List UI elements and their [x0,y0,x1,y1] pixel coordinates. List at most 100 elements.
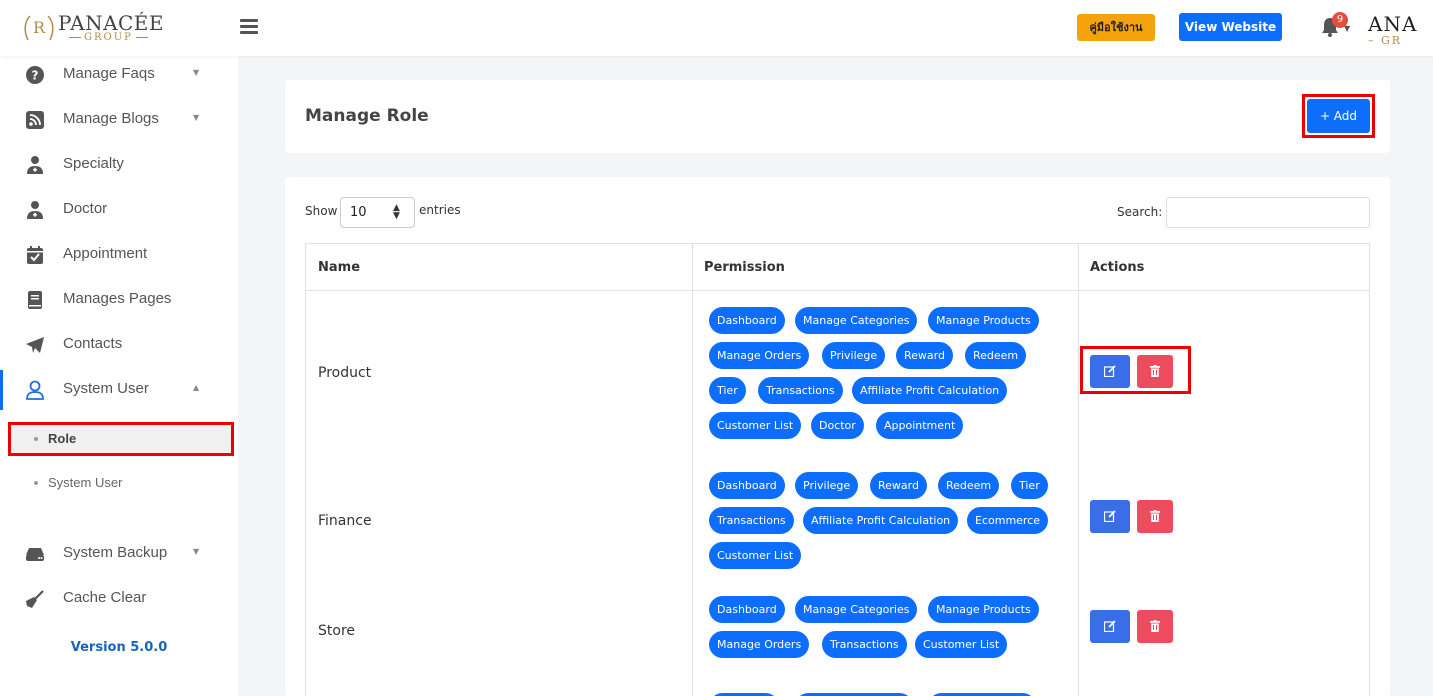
permission-badge: Dashboard [709,307,785,334]
permission-badge: Manage Products [928,307,1039,334]
permission-badge: Ecommerce [967,507,1049,534]
edit-role-button[interactable] [1090,500,1130,533]
sidebar-item-label: Manage Blogs [63,110,159,127]
sidebar-item-label: System User [63,380,149,397]
edit-icon [1104,510,1116,522]
notification-bell[interactable]: 9 ▼ [1320,12,1350,38]
entries-select-value: 10 [350,205,367,220]
sidebar-item-contacts[interactable]: Contacts [0,325,238,365]
delete-role-button[interactable] [1137,500,1173,533]
search-input[interactable] [1166,197,1370,228]
sidebar-item-label: Manages Pages [63,290,172,307]
rss-icon [26,111,44,129]
sidebar-subitem-label: System User [48,475,123,490]
entries-select[interactable]: 10 ▲ ▼ [340,197,415,228]
edit-icon [1104,620,1116,632]
sidebar-subitem-role[interactable]: Role [8,422,234,456]
permission-badge: Transactions [822,631,907,658]
hdd-icon [26,548,44,561]
broom-icon [26,590,44,608]
trash-icon [1150,620,1160,632]
permission-badge: Appointment [876,412,964,439]
trash-icon [1150,510,1160,522]
user-logo-text: ANA [1368,12,1418,36]
user-icon [26,380,44,400]
permission-badge: Doctor [811,412,864,439]
sidebar-item-system-user[interactable]: System User ▲ [0,370,238,410]
permission-badge: Reward [870,472,927,499]
question-circle-icon: ? [26,66,44,84]
sidebar-item-label: Manage Faqs [63,65,155,82]
sidebar-subitem-system-user[interactable]: System User [8,466,234,500]
sidebar-item-label: Appointment [63,245,148,262]
role-name: Store [318,623,356,639]
column-header-name[interactable]: Name [306,244,692,291]
user-logo-sub: – GR [1368,34,1403,47]
sidebar-item-system-backup[interactable]: System Backup ▼ [0,534,238,574]
sidebar-item-manage-blogs[interactable]: Manage Blogs ▼ [0,100,238,140]
panacee-logo[interactable]: R PANACÉE GROUP [22,10,164,46]
delete-role-button[interactable] [1137,355,1173,388]
sidebar: ? Manage Faqs ▼ Manage Blogs ▼ Specialty… [0,56,238,696]
sidebar-subitem-label: Role [48,431,77,446]
menu-toggle-icon[interactable] [240,19,258,35]
edit-icon [1104,365,1116,377]
logo-sub-text: GROUP [66,32,151,43]
roles-table: Name Permission Actions Product Dashboar… [305,243,1370,696]
entries-label: entries [419,203,461,217]
permission-badge: Reward [896,342,953,369]
sidebar-item-manages-pages[interactable]: Manages Pages [0,280,238,320]
permission-badge: Manage Categories [795,596,918,623]
calendar-check-icon [27,246,43,264]
caret-down-icon: ▼ [193,68,200,77]
user-brand-logo[interactable]: ANA – GR [1366,10,1433,50]
add-button-highlight: + Add [1302,94,1375,138]
add-role-button[interactable]: + Add [1307,99,1370,133]
table-row: Store Dashboard Manage Categories Manage… [306,573,1369,673]
edit-role-button[interactable] [1090,610,1130,643]
permission-badge: Customer List [915,631,1008,658]
sidebar-item-appointment[interactable]: Appointment [0,235,238,275]
view-website-button[interactable]: View Website [1179,13,1282,41]
column-header-permission[interactable]: Permission [692,244,1078,291]
sidebar-item-doctor[interactable]: Doctor [0,190,238,230]
edit-role-button[interactable] [1090,355,1130,388]
trash-icon [1150,365,1160,377]
caret-down-icon: ▼ [193,547,200,556]
permission-badge: Tier [709,377,746,404]
permission-badge: Privilege [822,342,886,369]
role-name: Product [318,365,372,381]
manual-button[interactable]: คู่มือใช้งาน [1077,14,1155,41]
paper-plane-icon [26,337,44,353]
role-table-card: Show 10 ▲ ▼ entries Search: Name Permissi… [285,177,1390,696]
laurel-emblem-icon: R [24,15,54,41]
delete-role-button[interactable] [1137,610,1173,643]
sidebar-item-label: System Backup [63,544,168,561]
table-row [306,673,1369,696]
sidebar-item-label: Doctor [63,200,108,217]
sidebar-item-manage-faqs[interactable]: ? Manage Faqs ▼ [0,55,238,95]
bullet-icon [34,481,38,485]
book-icon [28,291,42,309]
permission-badge: Tier [1011,472,1048,499]
permission-badge: Customer List [709,412,802,439]
sidebar-item-label: Specialty [63,155,124,172]
caret-down-icon: ▼ [193,113,200,122]
sidebar-item-cache-clear[interactable]: Cache Clear [0,579,238,619]
page-header-card: Manage Role + Add [285,80,1390,153]
version-label: Version 5.0.0 [70,640,168,655]
permission-badge: Privilege [795,472,859,499]
caret-up-icon: ▲ [193,383,200,392]
user-doctor-icon [27,156,43,174]
svg-text:?: ? [32,69,39,83]
user-doctor-icon [27,201,43,219]
topbar: R PANACÉE GROUP คู่มือใช้งาน View Websit… [0,0,1433,56]
permission-badge: Affiliate Profit Calculation [852,377,1008,404]
table-row: Product Dashboard Manage Categories Mana… [306,291,1369,449]
sidebar-item-specialty[interactable]: Specialty [0,145,238,185]
show-label: Show [305,204,338,218]
permission-badge: Dashboard [709,472,785,499]
permission-badge: Dashboard [709,596,785,623]
sidebar-item-label: Contacts [63,335,123,352]
sidebar-item-label: Cache Clear [63,589,147,606]
